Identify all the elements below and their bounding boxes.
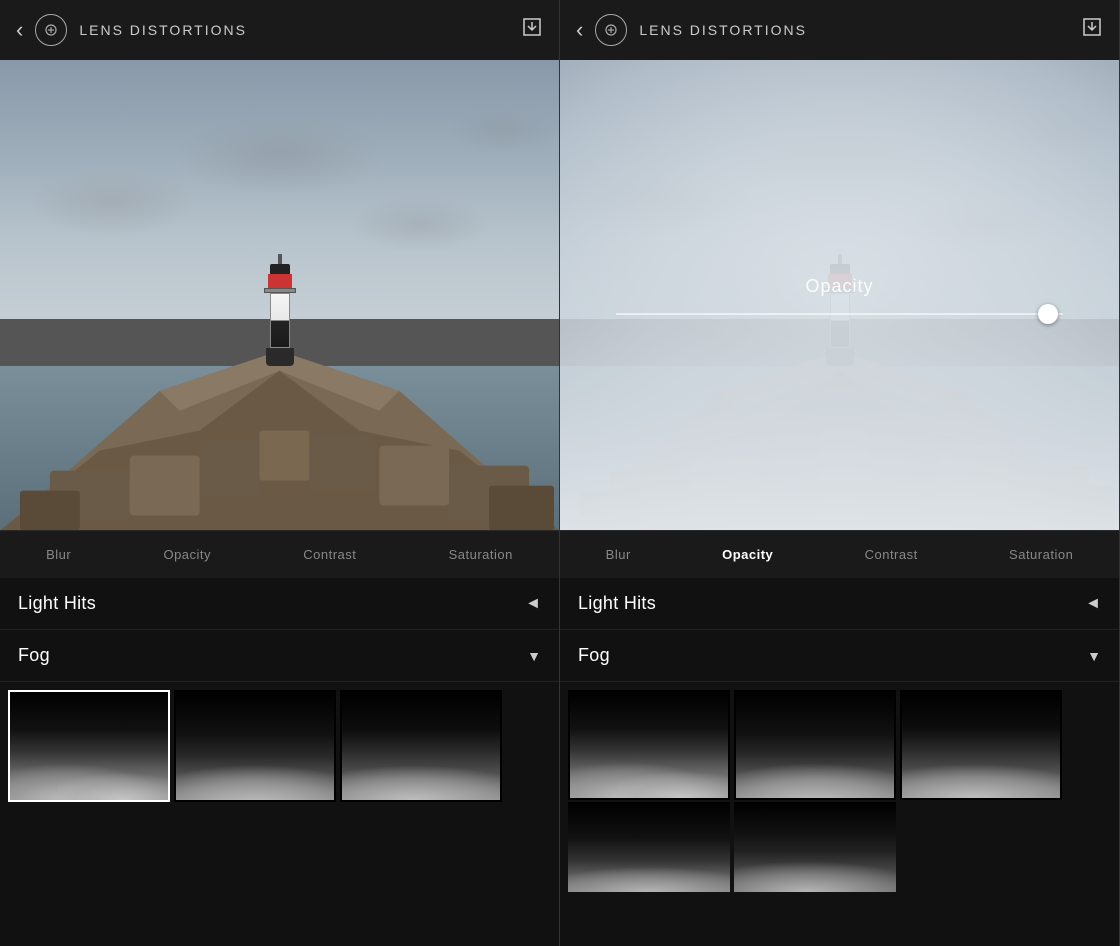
lighthouse: [264, 254, 296, 366]
right-control-contrast[interactable]: Contrast: [861, 539, 922, 570]
right-light-hits-arrow[interactable]: ◄: [1085, 595, 1101, 613]
right-thumb-2[interactable]: [734, 690, 896, 800]
lh-cap: [270, 264, 290, 274]
right-panel: ‹ LENS DISTORTIONS: [560, 0, 1120, 946]
right-thumb-5[interactable]: [734, 802, 896, 892]
right-thumbnails-row2: [560, 802, 1119, 892]
right-header: ‹ LENS DISTORTIONS: [560, 0, 1119, 60]
left-light-hits-row[interactable]: Light Hits ◄: [0, 578, 559, 630]
lh-lamp: [268, 274, 292, 288]
right-thumb-4[interactable]: [568, 802, 730, 892]
left-control-saturation[interactable]: Saturation: [445, 539, 517, 570]
left-panel: ‹ LENS DISTORTIONS: [0, 0, 560, 946]
right-image-area: Opacity: [560, 60, 1119, 530]
left-header-left: ‹ LENS DISTORTIONS: [16, 14, 247, 46]
right-controls-bar: Blur Opacity Contrast Saturation: [560, 530, 1119, 578]
left-thumb-1[interactable]: [8, 690, 170, 802]
right-thumb-3[interactable]: [900, 690, 1062, 800]
right-fog-arrow[interactable]: ▼: [1087, 648, 1101, 664]
right-fog-row[interactable]: Fog ▼: [560, 630, 1119, 682]
right-fog-bottom: [560, 201, 1119, 530]
lh-body: [270, 293, 290, 348]
right-light-hits-label: Light Hits: [578, 593, 656, 614]
right-light-hits-row[interactable]: Light Hits ◄: [560, 578, 1119, 630]
left-light-hits-arrow[interactable]: ◄: [525, 595, 541, 613]
right-back-button[interactable]: ‹: [576, 17, 583, 43]
right-control-saturation[interactable]: Saturation: [1005, 539, 1077, 570]
right-control-opacity[interactable]: Opacity: [718, 539, 777, 570]
left-download-button[interactable]: [521, 16, 543, 44]
left-image-area: [0, 60, 559, 530]
right-thumb-1[interactable]: [568, 690, 730, 800]
left-fog-row[interactable]: Fog ▼: [0, 630, 559, 682]
left-thumb-2[interactable]: [174, 690, 336, 802]
left-thumbnails-row1: [0, 682, 559, 802]
right-download-button[interactable]: [1081, 16, 1103, 44]
left-control-opacity[interactable]: Opacity: [159, 539, 215, 570]
right-control-blur[interactable]: Blur: [602, 539, 635, 570]
left-fog-arrow[interactable]: ▼: [527, 648, 541, 664]
right-fog-label: Fog: [578, 645, 610, 666]
left-controls-bar: Blur Opacity Contrast Saturation: [0, 530, 559, 578]
right-bottom-section: Light Hits ◄ Fog ▼: [560, 578, 1119, 946]
lh-base: [266, 348, 294, 366]
left-fog-label: Fog: [18, 645, 50, 666]
lh-antenna: [278, 254, 282, 264]
left-control-contrast[interactable]: Contrast: [299, 539, 360, 570]
left-logo-icon: [35, 14, 67, 46]
left-thumb-3[interactable]: [340, 690, 502, 802]
right-logo-icon: [595, 14, 627, 46]
left-header: ‹ LENS DISTORTIONS: [0, 0, 559, 60]
left-back-button[interactable]: ‹: [16, 17, 23, 43]
left-light-hits-label: Light Hits: [18, 593, 96, 614]
right-header-left: ‹ LENS DISTORTIONS: [576, 14, 807, 46]
right-app-title: LENS DISTORTIONS: [639, 22, 807, 38]
left-control-blur[interactable]: Blur: [42, 539, 75, 570]
left-app-title: LENS DISTORTIONS: [79, 22, 247, 38]
right-thumbnails-row1: [560, 682, 1119, 802]
left-lighthouse-scene: [0, 60, 559, 530]
left-bottom-section: Light Hits ◄ Fog ▼: [0, 578, 559, 946]
